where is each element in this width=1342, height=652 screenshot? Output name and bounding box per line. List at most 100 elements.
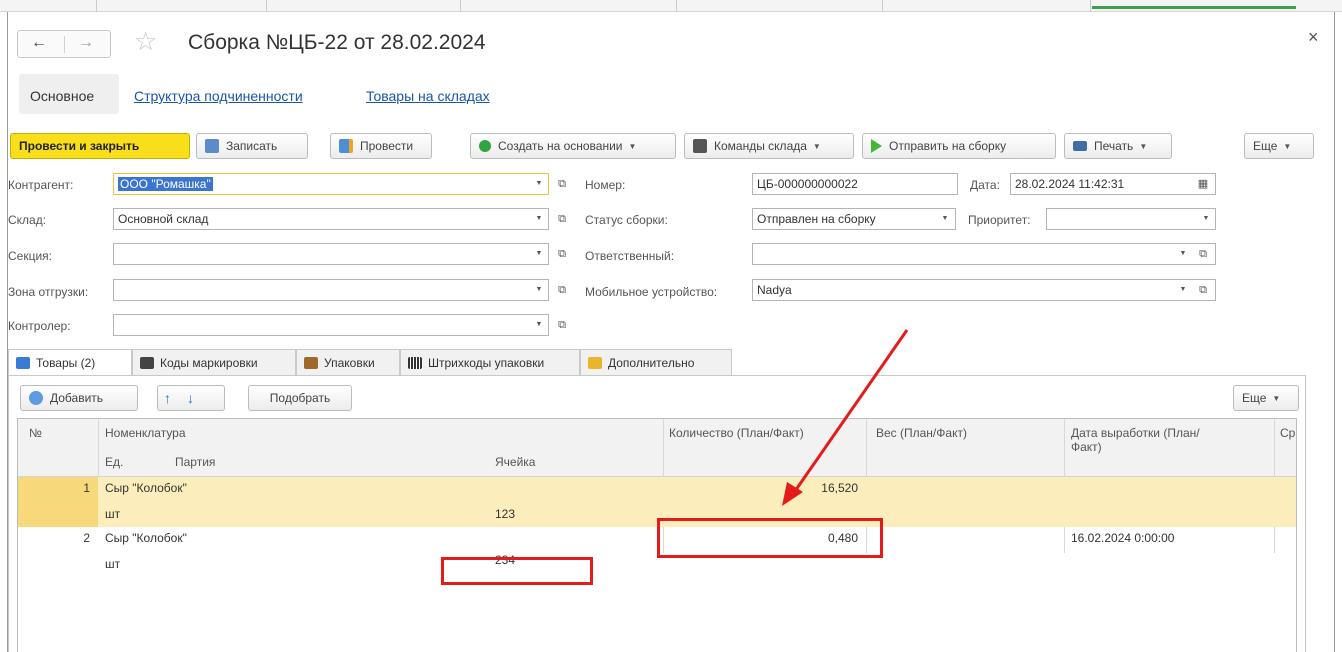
row-number: 1	[18, 477, 98, 527]
nav-tab-main[interactable]: Основное	[19, 74, 119, 114]
row-quantity: 16,520	[821, 481, 858, 495]
save-label: Записать	[226, 139, 278, 153]
post-label: Провести	[360, 139, 414, 153]
more-button[interactable]: Еще ▼	[1244, 133, 1314, 159]
chevron-down-icon[interactable]: ▼	[532, 244, 546, 264]
save-button[interactable]: Записать	[196, 133, 308, 159]
tab-additional[interactable]: Дополнительно	[580, 349, 732, 375]
add-row-button[interactable]: Добавить	[20, 385, 138, 411]
chevron-down-icon[interactable]: ▼	[938, 209, 952, 229]
counterparty-field[interactable]: ООО "Ромашка"	[113, 173, 549, 195]
chevron-down-icon[interactable]: ▼	[532, 315, 546, 335]
date-field[interactable]: 28.02.2024 11:42:31	[1010, 173, 1216, 195]
favorite-star-icon[interactable]: ☆	[134, 26, 157, 57]
open-form-icon[interactable]: ⧉	[1196, 244, 1210, 264]
mobile-device-label: Мобильное устройство:	[585, 285, 718, 299]
shipping-zone-field[interactable]	[113, 279, 549, 301]
warehouse-field[interactable]: Основной склад	[113, 208, 549, 230]
chevron-down-icon[interactable]: ▼	[1199, 209, 1213, 229]
responsible-field[interactable]	[752, 243, 1216, 265]
col-header-quantity[interactable]: Количество (План/Факт)	[669, 426, 804, 440]
forward-arrow-icon[interactable]: →	[78, 34, 94, 52]
warehouse-commands-button[interactable]: Команды склада ▼	[684, 133, 854, 159]
responsible-label: Ответственный:	[585, 249, 675, 263]
document-icon	[588, 356, 602, 369]
number-field[interactable]: ЦБ-000000000022	[752, 173, 958, 195]
back-arrow-icon[interactable]: ←	[31, 34, 47, 52]
post-button[interactable]: Провести	[330, 133, 432, 159]
chevron-down-icon[interactable]: ▼	[532, 209, 546, 229]
pick-button[interactable]: Подобрать	[248, 385, 352, 411]
section-field[interactable]	[113, 243, 549, 265]
send-to-assembly-label: Отправить на сборку	[889, 139, 1007, 153]
col-header-truncated[interactable]: Ср	[1280, 426, 1295, 440]
chevron-down-icon[interactable]: ▼	[1176, 280, 1190, 300]
tab-marking-codes[interactable]: Коды маркировки	[132, 349, 296, 375]
tab-package-barcodes[interactable]: Штрихкоды упаковки	[400, 349, 580, 375]
create-based-label: Создать на основании	[498, 139, 623, 153]
section-label: Секция:	[8, 249, 52, 263]
priority-field[interactable]	[1046, 208, 1216, 230]
window-border-right	[1334, 12, 1335, 652]
tab-packages-label: Упаковки	[324, 355, 375, 370]
mobile-device-field[interactable]: Nadya	[752, 279, 1216, 301]
controller-field[interactable]	[113, 314, 549, 336]
pick-label: Подобрать	[269, 391, 331, 405]
post-and-close-button[interactable]: Провести и закрыть	[10, 133, 190, 159]
nav-link-subordination[interactable]: Структура подчиненности	[134, 88, 303, 104]
number-label: Номер:	[585, 178, 626, 192]
chart-icon	[16, 357, 30, 369]
table-more-button[interactable]: Еще ▼	[1233, 385, 1299, 411]
tab-packages[interactable]: Упаковки	[296, 349, 400, 375]
chevron-down-icon[interactable]: ▼	[532, 280, 546, 300]
open-form-icon[interactable]: ⧉	[555, 280, 569, 300]
nav-link-warehouse-goods[interactable]: Товары на складах	[366, 88, 490, 104]
send-to-assembly-button[interactable]: Отправить на сборку	[862, 133, 1056, 159]
chevron-down-icon: ▼	[812, 141, 821, 151]
warehouse-commands-label: Команды склада	[714, 139, 807, 153]
col-header-no[interactable]: №	[29, 426, 42, 440]
add-circle-icon	[479, 140, 491, 152]
move-down-icon[interactable]: ↓	[187, 390, 194, 406]
calendar-icon[interactable]: ▦	[1196, 174, 1210, 194]
print-button[interactable]: Печать ▼	[1064, 133, 1172, 159]
open-form-icon[interactable]: ⧉	[555, 209, 569, 229]
col-header-unit[interactable]: Ед.	[105, 455, 123, 469]
close-icon[interactable]: ×	[1308, 27, 1319, 48]
tab-goods[interactable]: Товары (2)	[8, 349, 132, 376]
col-header-weight[interactable]: Вес (План/Факт)	[876, 426, 967, 440]
open-form-icon[interactable]: ⧉	[555, 244, 569, 264]
row-cell: 123	[495, 507, 516, 521]
open-form-icon[interactable]: ⧉	[1196, 280, 1210, 300]
chevron-down-icon[interactable]: ▼	[532, 174, 546, 194]
qr-code-icon	[140, 356, 154, 369]
active-window-tab-indicator[interactable]	[1092, 6, 1296, 9]
open-form-icon[interactable]: ⧉	[555, 315, 569, 335]
save-icon	[205, 139, 219, 153]
col-header-cell[interactable]: Ячейка	[495, 455, 535, 469]
counterparty-label: Контрагент:	[8, 178, 74, 192]
col-header-production-date[interactable]: Дата выработки (План/Факт)	[1071, 426, 1221, 454]
controller-label: Контролер:	[8, 319, 71, 333]
open-form-icon[interactable]: ⧉	[555, 174, 569, 194]
warehouse-icon	[693, 139, 707, 153]
create-based-on-button[interactable]: Создать на основании ▼	[470, 133, 676, 159]
printer-icon	[1073, 141, 1087, 151]
print-label: Печать	[1094, 139, 1134, 153]
col-header-nomenclature[interactable]: Номенклатура	[105, 426, 186, 440]
play-icon	[871, 139, 882, 153]
col-header-batch[interactable]: Партия	[175, 455, 215, 469]
counterparty-value: ООО "Ромашка"	[118, 177, 213, 191]
warehouse-label: Склад:	[8, 213, 47, 227]
move-up-icon[interactable]: ↑	[164, 390, 171, 406]
top-tab-strip	[0, 0, 1342, 12]
page-title: Сборка №ЦБ-22 от 28.02.2024	[188, 31, 486, 54]
row-nomenclature: Сыр "Колобок"	[105, 481, 187, 495]
priority-label: Приоритет:	[968, 213, 1031, 227]
tab-separator	[882, 0, 883, 12]
move-rows-button-group: ↑ ↓	[157, 385, 225, 411]
tab-separator	[96, 0, 97, 12]
assembly-status-field[interactable]: Отправлен на сборку	[752, 208, 956, 230]
add-row-label: Добавить	[50, 391, 104, 405]
chevron-down-icon[interactable]: ▼	[1176, 244, 1190, 264]
